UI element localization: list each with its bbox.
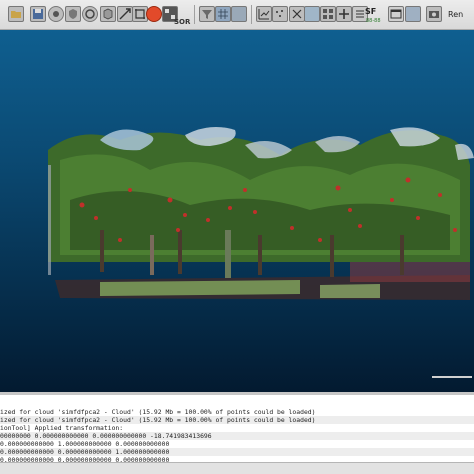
- sample-points-icon[interactable]: [272, 6, 288, 22]
- console-line: 0.000000000000 1.000000000000 0.00000000…: [0, 440, 170, 448]
- apple-segment-icon[interactable]: [146, 6, 162, 22]
- camera-icon[interactable]: [426, 6, 442, 22]
- panel-icon[interactable]: [405, 6, 421, 22]
- toolbar-separator: [251, 5, 252, 24]
- point-cloud-orchard: [48, 126, 474, 300]
- cross-section-icon[interactable]: [289, 6, 305, 22]
- settings-gear-icon[interactable]: [48, 6, 64, 22]
- sf-filter-button[interactable]: SF: [365, 8, 376, 16]
- sor-label: SOR: [174, 18, 191, 26]
- graph-chart-icon[interactable]: [256, 6, 272, 22]
- scale-bar: [432, 376, 472, 378]
- open-folder-icon[interactable]: [8, 6, 24, 22]
- status-bar: [0, 462, 474, 474]
- 3d-viewport[interactable]: [0, 30, 474, 392]
- console-line: 0.000000000000 0.000000000000 1.00000000…: [0, 448, 474, 456]
- console-line: ized for cloud 'simfdfpca2 - Cloud' (15.…: [0, 408, 316, 416]
- mesh-grid-icon[interactable]: [215, 6, 231, 22]
- sf-filter-sublabel: 88-88: [366, 18, 381, 24]
- translate-tool-icon[interactable]: [117, 6, 133, 22]
- grid-icon[interactable]: [320, 6, 336, 22]
- toolbar-separator: [194, 5, 195, 24]
- render-label[interactable]: Ren: [448, 10, 463, 19]
- console-line: 00000000 0.000000000000 0.000000000000 -…: [0, 432, 474, 440]
- cube-box-icon[interactable]: [100, 6, 116, 22]
- save-disk-icon[interactable]: [30, 6, 46, 22]
- layers-icon[interactable]: [304, 6, 320, 22]
- plus-marker-icon[interactable]: [336, 6, 352, 22]
- shield-icon[interactable]: [65, 6, 81, 22]
- window-panel-icon[interactable]: [231, 6, 247, 22]
- circle-tool-icon[interactable]: [82, 6, 98, 22]
- filter-funnel-icon[interactable]: [199, 6, 215, 22]
- main-toolbar: SOR SF 88-88 Ren: [0, 0, 474, 30]
- console-line: ized for cloud 'simfdfpca2 - Cloud' (15.…: [0, 416, 474, 424]
- window-icon[interactable]: [388, 6, 404, 22]
- console-line: ionTool] Applied transformation:: [0, 424, 124, 432]
